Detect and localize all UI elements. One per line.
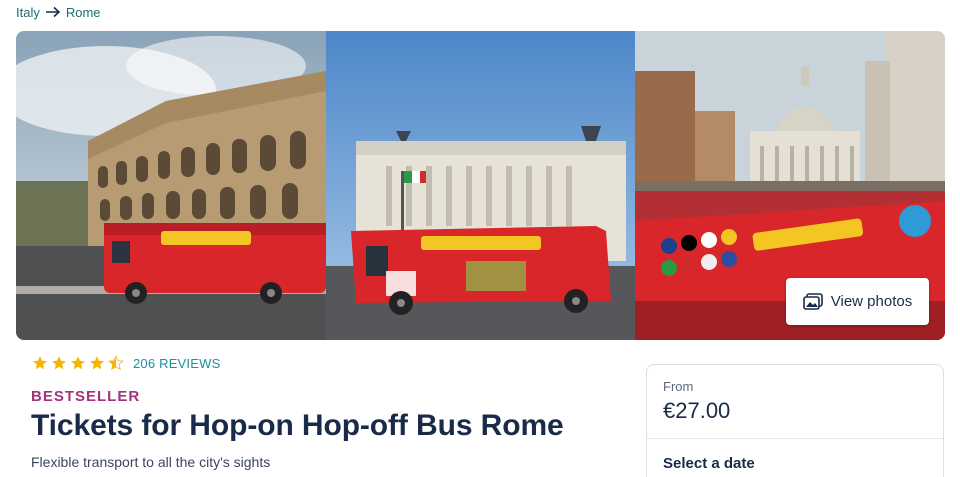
star-icon <box>71 356 85 370</box>
product-subtitle: Flexible transport to all the city's sig… <box>31 454 271 470</box>
star-icon <box>90 356 104 370</box>
colosseum-bus-photo[interactable] <box>16 31 326 340</box>
view-photos-button[interactable]: View photos <box>786 278 929 325</box>
breadcrumb-italy[interactable]: Italy <box>16 5 40 20</box>
select-date-button[interactable]: Select a date <box>663 455 755 472</box>
vittoriano-bus-photo[interactable] <box>326 31 635 340</box>
star-icon <box>33 356 47 370</box>
photo-gallery[interactable]: View photos <box>16 31 945 340</box>
card-divider <box>647 438 943 439</box>
page-title: Tickets for Hop-on Hop-off Bus Rome <box>31 409 564 442</box>
booking-card: From €27.00 Select a date <box>646 364 944 477</box>
breadcrumb-rome[interactable]: Rome <box>66 5 101 20</box>
rating-summary: 206 REVIEWS <box>32 354 220 372</box>
arrow-right-icon <box>45 6 61 18</box>
price-from-label: From <box>663 379 694 394</box>
st-peters-bus-photo[interactable]: View photos <box>635 31 945 340</box>
star-rating <box>32 355 124 371</box>
half-star-icon <box>108 355 124 371</box>
price-value: €27.00 <box>663 398 731 423</box>
bestseller-badge: BESTSELLER <box>31 388 141 405</box>
breadcrumb: Italy Rome <box>16 4 101 20</box>
reviews-link[interactable]: 206 REVIEWS <box>133 356 220 371</box>
photo-gallery-icon <box>802 292 823 311</box>
star-icon <box>52 356 66 370</box>
view-photos-label: View photos <box>830 293 913 310</box>
